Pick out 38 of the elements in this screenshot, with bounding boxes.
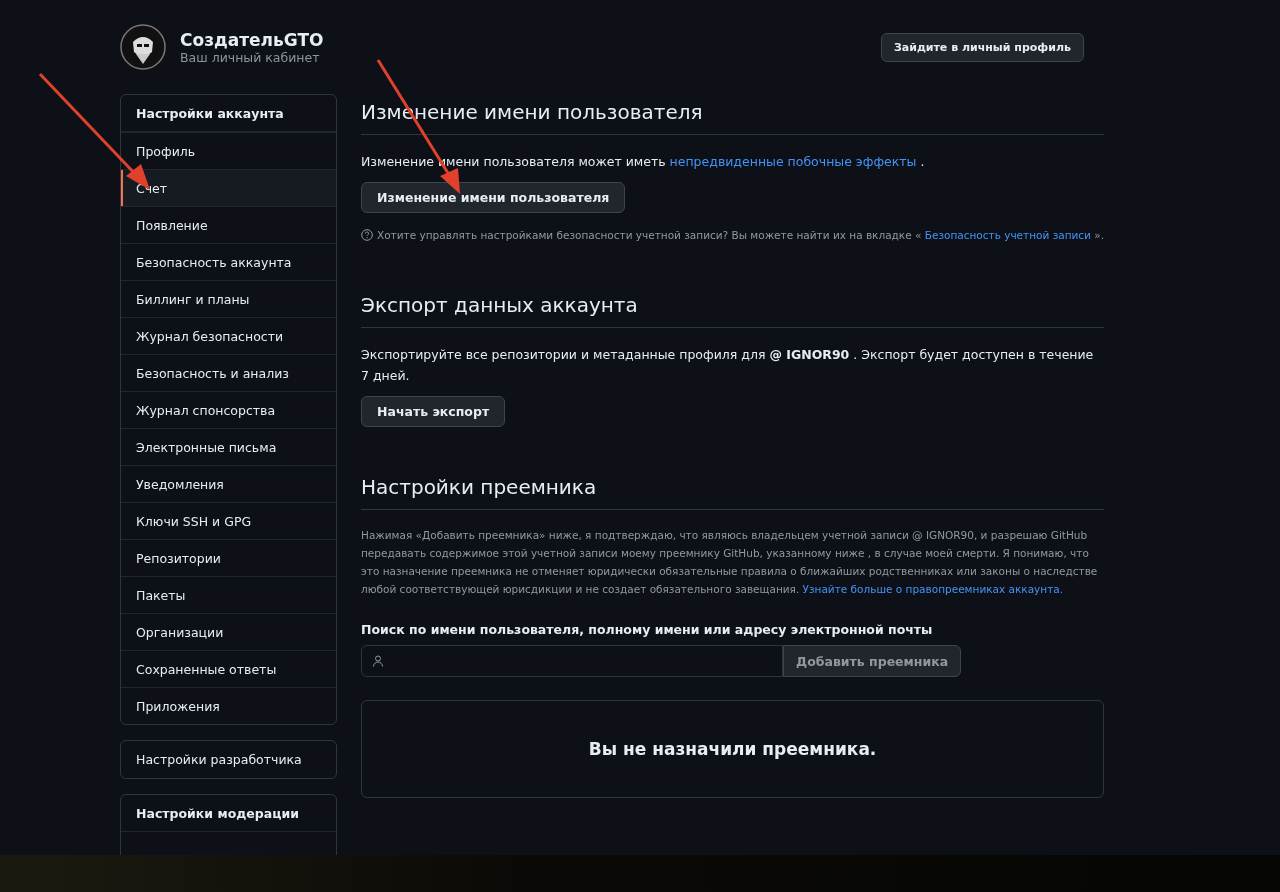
user-name: СоздательGTO bbox=[180, 29, 325, 50]
field-label: Поиск по имени пользователя, полному имени или адресу электронной почты bbox=[361, 622, 934, 637]
sidebar-item[interactable]: Журнал безопасности bbox=[121, 317, 336, 354]
section-title: Настройки преемника bbox=[361, 469, 1105, 510]
sidebar-heading: Настройки аккаунта bbox=[121, 95, 336, 132]
profile-button[interactable]: Зайдите в личный профиль bbox=[880, 32, 1084, 62]
person-icon bbox=[372, 655, 384, 667]
export-button[interactable]: Начать экспорт bbox=[361, 396, 506, 427]
section-title: Экспорт данных аккаунта bbox=[361, 287, 1105, 328]
sidebar-item[interactable]: Репозитории bbox=[121, 539, 336, 576]
sidebar-item[interactable]: Пакеты bbox=[121, 576, 336, 613]
sidebar-item[interactable]: Уведомления bbox=[121, 465, 336, 502]
sidebar-item[interactable]: Приложения bbox=[121, 687, 336, 724]
paragraph: Нажимая «Добавить преемника» ниже, я подтверждаю, что являюсь владельцем учетной записи @ IGNOR90, и разрешаю GitHub передавать содержимое этой учетной записи моему преемнику GitHub, указанному ниже , в случае моей смерти. Я понимаю, что это назначение преемника не отменяет юридически обязательные правила о ближайших родственниках или законы о наследстве любой соответствующей юрисдикции и не создает обязательного завещания. Узнайте больше о правопреемниках аккаунта. bbox=[361, 528, 1099, 597]
link[interactable]: Безопасность учетной записи bbox=[924, 229, 1091, 241]
sidebar-item[interactable]: Электронные письма bbox=[121, 428, 336, 465]
sidebar-item[interactable]: Организации bbox=[121, 613, 336, 650]
sidebar-item[interactable]: Появление bbox=[121, 206, 336, 243]
add-successor-button[interactable]: Добавить преемника bbox=[783, 645, 962, 677]
sidebar-item[interactable]: Счет bbox=[121, 169, 336, 206]
note-text: Хотите управлять настройками безопасности учетной записи? Вы можете найти их на вкладке « Безопасность учетной записи ». bbox=[377, 229, 1105, 241]
sidebar-item[interactable]: Биллинг и планы bbox=[121, 280, 336, 317]
sidebar-item[interactable]: Ключи SSH и GPG bbox=[121, 502, 336, 539]
paragraph: Экспортируйте все репозитории и метаданные профиля для @ IGNOR90 . Экспорт будет доступен в течение 7 дней. bbox=[361, 346, 1095, 385]
link[interactable]: Узнайте больше о правопреемниках аккаунта. bbox=[802, 583, 1064, 595]
search-field[interactable] bbox=[361, 645, 783, 677]
rename-button[interactable]: Изменение имени пользователя bbox=[361, 182, 626, 213]
avatar bbox=[120, 24, 166, 70]
subtitle: Ваш личный кабинет bbox=[180, 49, 321, 65]
sidebar-item[interactable]: Настройки разработчика bbox=[121, 741, 336, 778]
empty-message: Вы не назначили преемника. bbox=[588, 739, 877, 759]
sidebar-item[interactable]: Безопасность и анализ bbox=[121, 354, 336, 391]
sidebar-item[interactable]: Безопасность аккаунта bbox=[121, 243, 336, 280]
sidebar-heading: Настройки модерации bbox=[121, 795, 336, 832]
sidebar-item[interactable]: Сохраненные ответы bbox=[121, 650, 336, 687]
help-icon bbox=[361, 229, 373, 241]
sidebar-item[interactable]: Журнал спонсорства bbox=[121, 391, 336, 428]
link[interactable]: непредвиденные побочные эффекты bbox=[669, 154, 917, 169]
